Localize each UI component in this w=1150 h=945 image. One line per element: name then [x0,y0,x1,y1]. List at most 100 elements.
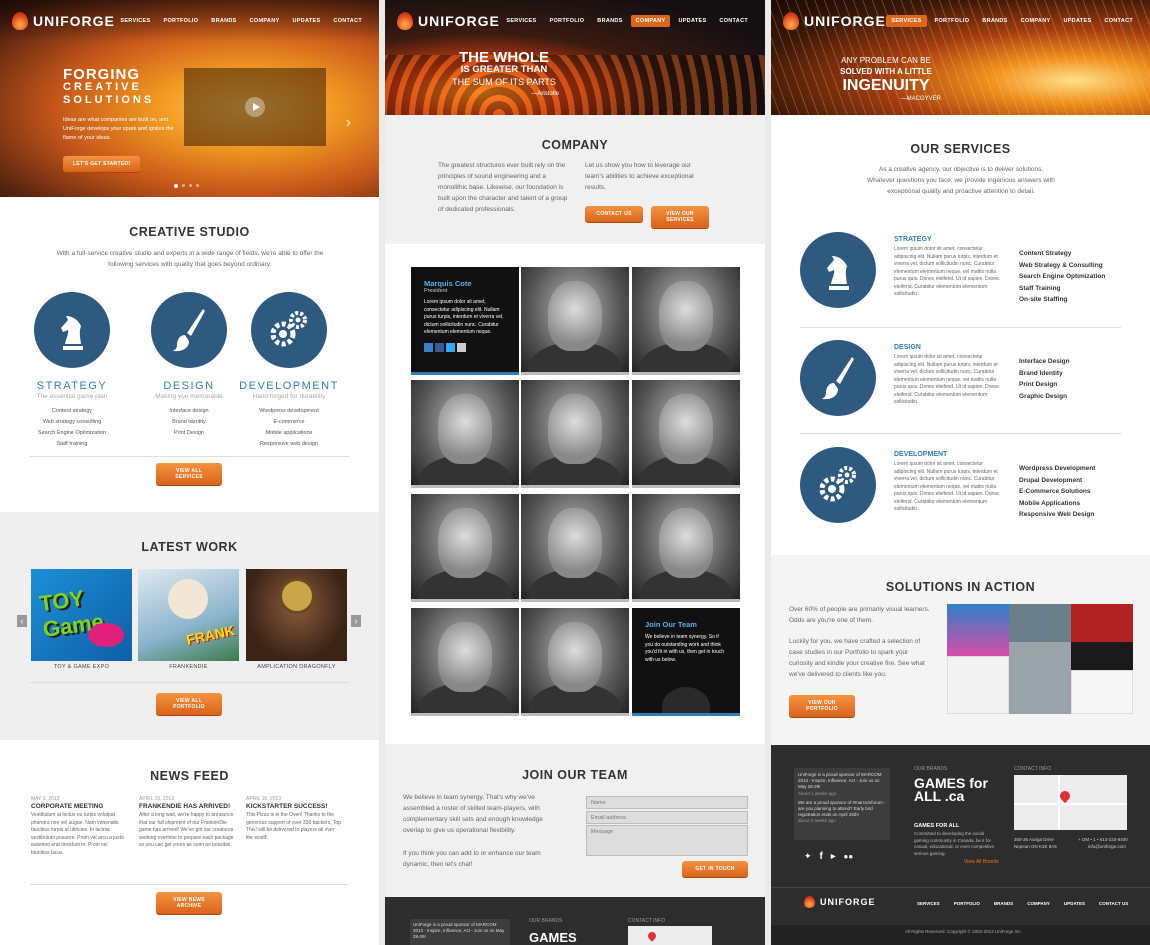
nav-updates[interactable]: UPDATES [1058,15,1096,27]
service-item[interactable]: Brand Identity [1019,368,1139,380]
work-thumbnail[interactable]: TOY Game [31,569,132,661]
view-our-services-button[interactable]: VIEW OUR SERVICES [651,206,709,229]
contact-us-button[interactable]: CONTACT US [585,206,643,223]
footer-nav-updates[interactable]: UPDATES [1064,901,1085,906]
view-news-archive-button[interactable]: VIEW NEWS ARCHIVE [156,892,222,915]
tweet: We are a proud sponsor of #marcomforum -… [798,799,886,818]
nav-contact[interactable]: CONTACT [328,15,367,27]
news-item: APRIL 15, 2013 FRANKENDIE HAS ARRIVED! A… [139,796,235,850]
team-member-photo[interactable] [411,494,519,602]
youtube-icon[interactable]: ▶ [831,853,836,860]
map[interactable] [628,926,712,945]
view-all-services-button[interactable]: VIEW ALL SERVICES [156,463,222,486]
view-our-portfolio-button[interactable]: VIEW OUR PORTFOLIO [789,695,855,718]
team-member-photo[interactable] [521,380,629,488]
service-item[interactable]: Wordpress Development [1019,463,1139,475]
slider-dots[interactable] [174,184,199,188]
twitter-icon[interactable] [446,342,455,352]
nav-brands[interactable]: BRANDS [977,15,1012,27]
nav-contact[interactable]: CONTACT [1099,15,1138,27]
play-icon[interactable] [245,97,265,117]
work-thumbnail[interactable] [246,569,347,661]
chevron-left-icon[interactable]: ‹ [17,615,27,627]
service-item[interactable]: Interface Design [1019,356,1139,368]
footer-nav-services[interactable]: SERVICES [917,901,940,906]
portfolio-collage[interactable] [947,604,1133,714]
games-logo[interactable]: GAMES [529,930,577,945]
team-member-photo[interactable] [521,267,629,375]
brand-logo[interactable]: UNIFORGE [783,12,886,30]
service-item[interactable]: E-Commerce Solutions [1019,486,1139,498]
hero-author: —Aristotle [531,91,559,97]
facebook-icon[interactable] [435,342,444,352]
section-title: SOLUTIONS IN ACTION [885,580,1036,594]
footer-nav-company[interactable]: COMPANY [1027,901,1050,906]
linkedin-icon[interactable] [424,342,433,352]
nav-updates[interactable]: UPDATES [673,15,711,27]
service-item[interactable]: Print Design [1019,379,1139,391]
nav-portfolio[interactable]: PORTFOLIO [159,15,204,27]
service-item[interactable]: On-site Staffing [1019,294,1139,306]
video-player[interactable] [184,68,326,146]
games-logo[interactable]: GAMES for ALL .ca [914,776,988,803]
work-thumbnail[interactable]: FRANK [138,569,239,661]
email-icon[interactable] [457,342,466,352]
view-all-brands-link[interactable]: View All Brands [964,859,999,865]
nav-portfolio[interactable]: PORTFOLIO [545,15,590,27]
team-member-photo[interactable] [411,380,519,488]
service-item[interactable]: Responsive Web Design [1019,509,1139,521]
view-all-portfolio-button[interactable]: VIEW ALL PORTFOLIO [156,693,222,716]
footer: UniForge is a proud sponsor of MARCOM 20… [771,745,1150,945]
service-item[interactable]: Graphic Design [1019,391,1139,403]
join-team-card[interactable]: Join Our Team We believe in team synergy… [632,608,740,716]
service-item[interactable]: Search Engine Optimization [1019,271,1139,283]
email-field[interactable]: Email address [586,811,748,824]
news-title[interactable]: KICKSTARTER SUCCESS! [246,803,342,810]
nav-brands[interactable]: BRANDS [592,15,627,27]
nav-company[interactable]: COMPANY [1016,15,1056,27]
team-member-photo[interactable] [632,494,740,602]
service-item[interactable]: Web Strategy & Consulting [1019,260,1139,272]
map[interactable] [1014,775,1127,830]
tweet-time: about 3 weeks ago [798,818,836,824]
nav-services[interactable]: SERVICES [115,15,155,27]
nav-portfolio[interactable]: PORTFOLIO [930,15,975,27]
team-member-photo[interactable] [521,494,629,602]
service-item[interactable]: Content Strategy [1019,248,1139,260]
footer-logo[interactable]: UNIFORGE [804,896,876,908]
team-member-photo[interactable] [632,267,740,375]
team-member-photo[interactable] [632,380,740,488]
nav-services[interactable]: SERVICES [501,15,541,27]
facebook-icon[interactable]: f [820,851,823,862]
get-in-touch-button[interactable]: GET IN TOUCH [682,861,748,878]
nav-services[interactable]: SERVICES [886,15,927,27]
nav-updates[interactable]: UPDATES [287,15,325,27]
service-item[interactable]: Staff Training [1019,283,1139,295]
nav-contact[interactable]: CONTACT [714,15,753,27]
nav-company[interactable]: COMPANY [630,15,671,27]
footer-nav-brands[interactable]: BRANDS [994,901,1013,906]
company-page-panel: THE WHOLE IS GREATER THAN THE SUM OF ITS… [385,0,765,945]
service-item[interactable]: Drupal Development [1019,475,1139,487]
news-title[interactable]: CORPORATE MEETING [31,803,127,810]
service-item: Search Engine Optimization [37,430,107,436]
news-title[interactable]: FRANKENDIE HAS ARRIVED! [139,803,235,810]
chevron-right-icon[interactable]: › [351,615,361,627]
name-field[interactable]: Name [586,796,748,809]
message-field[interactable]: Message [586,825,748,856]
team-member-card[interactable]: Marquis Cote President Lorem ipsum dolor… [411,267,519,375]
team-member-photo[interactable] [521,608,629,716]
email[interactable]: info@uniforge.com [1088,844,1126,849]
twitter-icon[interactable]: ✦ [804,851,812,862]
nav-company[interactable]: COMPANY [245,15,285,27]
brand-logo[interactable]: UNIFORGE [397,12,500,30]
get-started-button[interactable]: LET'S GET STARTED! [63,156,141,173]
service-item[interactable]: Mobile Applications [1019,498,1139,510]
footer-nav-portfolio[interactable]: PORTFOLIO [954,901,980,906]
footer-nav-contact-us[interactable]: CONTACT US [1099,901,1128,906]
brand-logo[interactable]: UNIFORGE [12,12,115,30]
nav-brands[interactable]: BRANDS [206,15,241,27]
flickr-icon[interactable]: ●● [844,852,854,861]
chevron-right-icon[interactable]: › [346,114,351,132]
team-member-photo[interactable] [411,608,519,716]
